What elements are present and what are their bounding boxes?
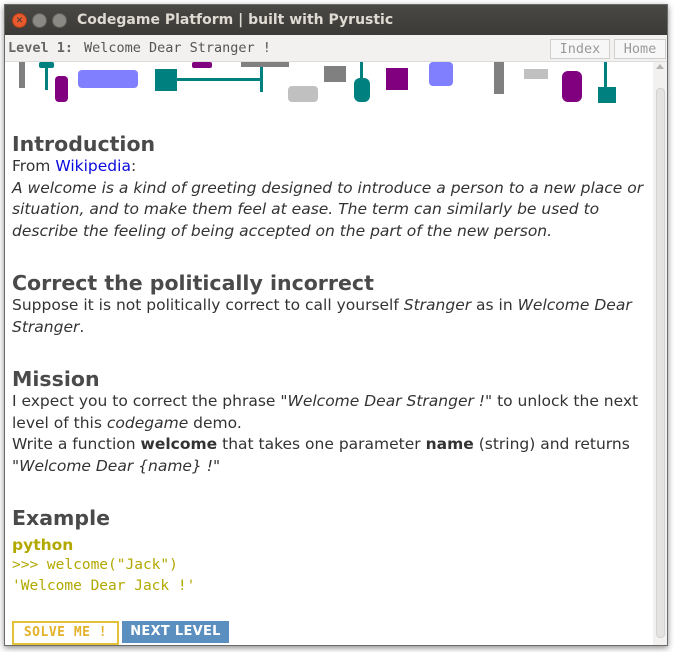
teal-line-shape [177, 78, 262, 81]
correct-section: Correct the politically incorrect Suppos… [12, 271, 644, 338]
level-number-label: Level 1: [8, 40, 74, 56]
gray-bar-shape [19, 62, 25, 88]
level-content: Introduction From Wikipedia: A welcome i… [5, 62, 653, 645]
introduction-section: Introduction From Wikipedia: A welcome i… [12, 132, 644, 242]
purple-pill-shape [55, 76, 68, 102]
mission-heading: Mission [12, 367, 100, 391]
wikipedia-link[interactable]: Wikipedia [55, 157, 131, 175]
introduction-source: From Wikipedia: [12, 157, 137, 175]
maximize-window-button[interactable] [52, 13, 67, 28]
mission-paragraph-2: Write a function welcome that takes one … [12, 435, 630, 475]
example-heading: Example [12, 506, 111, 530]
solve-me-button[interactable]: SOLVE ME ! [12, 621, 119, 645]
code-language-label: python [12, 536, 74, 554]
gray-tab-shape [241, 62, 289, 67]
vertical-scrollbar[interactable] [653, 62, 667, 645]
code-line-output: 'Welcome Dear Jack !' [12, 578, 196, 594]
mission-section: Mission I expect you to correct the phra… [12, 367, 644, 477]
close-window-button[interactable]: ✕ [12, 13, 27, 28]
purple-square-shape [386, 68, 408, 90]
example-section: Example [12, 506, 644, 530]
code-line-input: >>> welcome("Jack") [12, 557, 178, 573]
scroll-up-arrow-icon[interactable] [656, 64, 664, 69]
teal-flag-pole-shape [604, 62, 607, 88]
gray-square-shape [324, 66, 346, 82]
introduction-quote: A welcome is a kind of greeting designed… [12, 178, 644, 240]
decorative-shapes-banner [19, 62, 616, 103]
window-title: Codegame Platform | built with Pyrustic [77, 12, 394, 28]
correct-text: Suppose it is not politically correct to… [12, 296, 632, 336]
teal-post-shape [260, 67, 263, 92]
title-bar: ✕ Codegame Platform | built with Pyrusti… [5, 5, 667, 35]
scrollbar-thumb[interactable] [656, 88, 665, 638]
level-header: Level 1: Welcome Dear Stranger ! Index H… [5, 35, 667, 62]
teal-square-shape [155, 69, 177, 91]
mission-paragraph-1: I expect you to correct the phrase "Welc… [12, 392, 639, 432]
level-title: Welcome Dear Stranger ! [84, 40, 271, 56]
light-gray-block-shape [524, 69, 548, 79]
index-button[interactable]: Index [550, 39, 610, 59]
app-window: ✕ Codegame Platform | built with Pyrusti… [4, 4, 668, 646]
home-button[interactable]: Home [614, 39, 666, 59]
introduction-heading: Introduction [12, 132, 156, 156]
light-gray-pill-shape [288, 86, 318, 102]
purple-tab-shape [192, 62, 212, 68]
teal-thin-stem-shape [360, 62, 363, 80]
lavender-square-shape [429, 62, 453, 86]
teal-cap-shape [39, 62, 54, 68]
teal-bulb-shape [354, 78, 370, 102]
minimize-window-button[interactable] [32, 13, 47, 28]
gray-column-shape [494, 62, 504, 94]
next-level-button[interactable]: NEXT LEVEL [122, 621, 229, 643]
teal-flag-shape [598, 87, 616, 103]
lavender-bar-shape [78, 70, 138, 88]
correct-heading: Correct the politically incorrect [12, 271, 374, 295]
purple-capsule-shape [562, 71, 582, 102]
